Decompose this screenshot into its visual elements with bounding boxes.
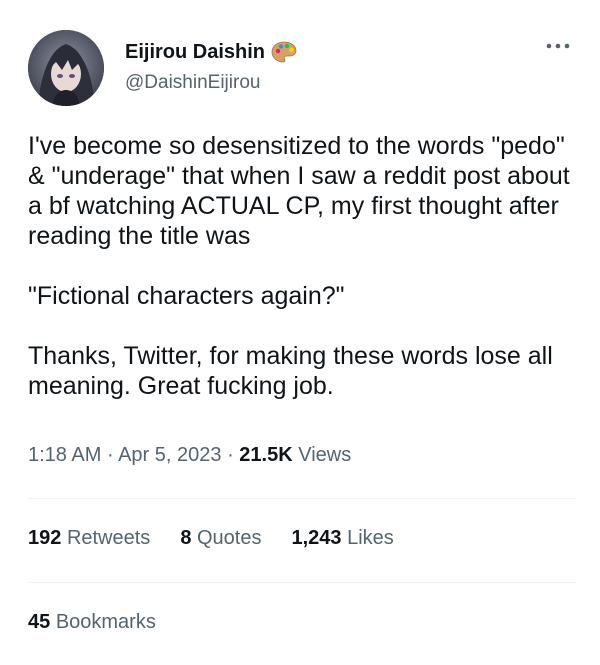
tweet-paragraph: I've become so desensitized to the words…	[28, 132, 570, 250]
divider	[28, 498, 576, 499]
tweet-text: I've become so desensitized to the words…	[28, 131, 578, 401]
avatar[interactable]	[28, 30, 104, 106]
tweet-paragraph: "Fictional characters again?"	[28, 282, 345, 310]
bookmarks-stat[interactable]: 45 Bookmarks	[28, 611, 156, 634]
handle[interactable]: @DaishinEijirou	[125, 72, 297, 94]
quotes-stat[interactable]: 8 Quotes	[180, 527, 261, 550]
likes-label: Likes	[347, 527, 394, 549]
display-name[interactable]: Eijirou Daishin	[125, 41, 265, 64]
tweet: Eijirou Daishin @DaishinEijirou I've bec…	[0, 0, 600, 665]
bookmarks-count: 45	[28, 611, 51, 633]
palette-icon	[271, 40, 297, 64]
tweet-paragraph: Thanks, Twitter, for making these words …	[28, 342, 553, 400]
tweet-header: Eijirou Daishin @DaishinEijirou	[28, 30, 576, 110]
quotes-count: 8	[180, 527, 192, 549]
tweet-time[interactable]: 1:18 AM	[28, 444, 101, 466]
divider	[28, 582, 576, 583]
retweets-stat[interactable]: 192 Retweets	[28, 527, 150, 550]
avatar-image	[28, 30, 104, 106]
display-name-row: Eijirou Daishin	[125, 38, 297, 66]
meta-separator: ·	[227, 444, 234, 466]
likes-count: 1,243	[291, 527, 342, 549]
meta-separator: ·	[106, 444, 114, 466]
views-label: Views	[298, 444, 352, 466]
author-identity: Eijirou Daishin @DaishinEijirou	[125, 38, 297, 94]
bookmarks-label: Bookmarks	[55, 611, 156, 633]
quotes-label: Quotes	[197, 527, 262, 549]
engagement-stats: 192 Retweets 8 Quotes 1,243 Likes	[28, 527, 394, 550]
tweet-meta: 1:18 AM · Apr 5, 2023 · 21.5K Views	[28, 444, 351, 467]
retweets-label: Retweets	[66, 527, 151, 549]
retweets-count: 192	[28, 527, 62, 549]
tweet-date[interactable]: Apr 5, 2023	[118, 444, 221, 466]
views-count: 21.5K	[239, 444, 293, 466]
likes-stat[interactable]: 1,243 Likes	[291, 527, 393, 550]
more-options-icon[interactable]	[544, 36, 572, 56]
